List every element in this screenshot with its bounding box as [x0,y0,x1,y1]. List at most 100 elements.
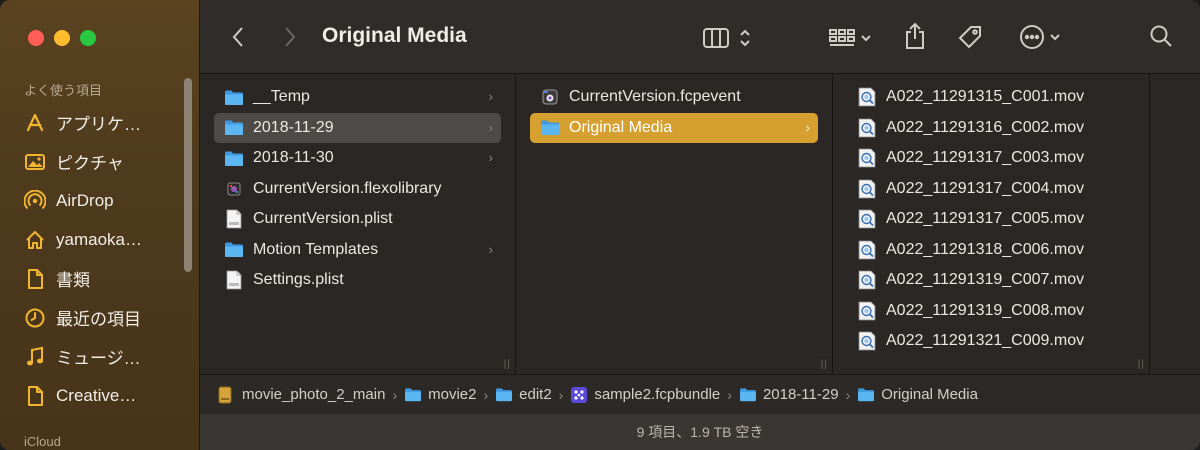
path-crumb[interactable]: 2018-11-29 [739,386,839,403]
file-row[interactable]: Motion Templates › [214,235,501,266]
file-row[interactable]: A022_11291317_C005.mov [847,204,1135,235]
path-crumb[interactable]: sample2.fcpbundle [570,386,720,403]
file-name: CurrentVersion.fcpevent [569,88,741,106]
folder-icon [857,387,875,403]
plist-file-icon [224,270,244,290]
share-button[interactable] [902,20,928,52]
column-resize-handle[interactable]: || [504,359,511,370]
sidebar-item-label: 最近の項目 [56,310,141,329]
sidebar-item[interactable]: yamaoka… [0,220,190,259]
movie-file-icon [857,270,877,290]
file-row[interactable]: 2018-11-29 › [214,112,501,143]
path-crumb[interactable]: movie_photo_2_main [218,386,385,403]
zoom-button[interactable] [80,30,96,46]
drive-icon [218,386,236,403]
sidebar-list: アプリケ… ピクチャ AirDrop yamaoka… 書類最近の項目ミュージ… Crea… [0,103,190,415]
file-row[interactable]: A022_11291317_C003.mov [847,143,1135,174]
file-row[interactable]: A022_11291316_C002.mov [847,113,1135,144]
sidebar-scrollbar[interactable] [184,78,192,272]
file-row[interactable]: A022_11291319_C008.mov [847,296,1135,327]
column-resize-handle[interactable]: || [821,359,828,370]
chevron-right-icon: › [805,119,810,135]
file-name: A022_11291317_C003.mov [886,149,1085,167]
chevron-down-icon [1050,34,1060,41]
folder-icon [739,387,757,403]
sidebar-item[interactable]: ピクチャ [0,142,190,181]
applications-icon [24,112,46,134]
sidebar-item-label: ミュージ… [56,349,141,368]
chevron-left-icon [232,27,243,47]
document-icon [24,268,46,290]
path-crumb-label: Original Media [881,386,978,403]
columns-view-icon [703,28,729,48]
folder-icon [540,118,560,138]
tag-button[interactable] [956,22,984,52]
file-name: A022_11291318_C006.mov [886,240,1085,258]
file-row[interactable]: CurrentVersion.plist [214,204,501,235]
file-name: Motion Templates [253,240,379,258]
file-row[interactable]: 2018-11-30 › [214,143,501,174]
file-row[interactable]: A022_11291319_C007.mov [847,265,1135,296]
file-name: 2018-11-30 [253,149,334,167]
file-name: Original Media [569,118,673,136]
file-row[interactable]: A022_11291321_C009.mov [847,326,1135,357]
view-mode-button[interactable] [697,24,757,52]
tag-icon [958,26,981,49]
sidebar-item[interactable]: Creative… [0,376,190,415]
more-actions-button[interactable] [1014,22,1066,52]
file-row[interactable]: Settings.plist [214,265,501,296]
airdrop-icon [24,189,46,212]
sidebar-item[interactable]: アプリケ… [0,103,190,142]
group-button[interactable] [824,24,876,52]
forward-button[interactable] [278,24,302,50]
file-row[interactable]: __Temp › [214,82,501,113]
ellipsis-circle-icon [1020,25,1044,49]
path-crumb-label: 2018-11-29 [762,386,839,403]
home-icon [24,229,46,251]
sidebar-item[interactable]: ミュージ… [0,337,190,376]
chevron-down-icon [861,35,871,42]
minimize-button[interactable] [54,30,70,46]
file-row[interactable]: Original Media › [530,112,818,143]
path-separator-icon: › [392,386,398,403]
file-name: A022_11291317_C004.mov [886,179,1085,197]
movie-file-icon [857,118,877,138]
file-row[interactable]: A022_11291315_C001.mov [847,82,1135,113]
file-name: A022_11291319_C008.mov [886,301,1085,319]
path-bar: movie_photo_2_main › movie2 › edit2 › sample2.… [200,374,1200,414]
chevron-right-icon: › [488,89,493,104]
file-row[interactable]: A022_11291317_C004.mov [847,174,1135,205]
toolbar: Original Media [200,0,1200,74]
sidebar-item-label: AirDrop [56,190,114,210]
column-resize-handle[interactable]: || [1138,359,1145,370]
search-button[interactable] [1148,22,1174,50]
file-name: __Temp [253,88,310,106]
sidebar-item[interactable]: 最近の項目 [0,298,190,337]
sidebar-item[interactable]: AirDrop [0,181,190,220]
sidebar-item[interactable]: 書類 [0,259,190,298]
chevron-right-icon: › [488,241,493,257]
path-crumb-label: movie2 [428,386,477,403]
file-row[interactable]: A022_11291318_C006.mov [847,235,1135,266]
chevron-right-icon: › [488,150,493,165]
back-button[interactable] [226,24,250,50]
updown-chevron-icon [740,29,750,47]
path-crumb[interactable]: movie2 [404,386,476,403]
path-crumb[interactable]: Original Media [857,386,978,403]
file-name: A022_11291317_C005.mov [886,210,1085,228]
folder-icon [224,118,244,138]
close-button[interactable] [28,30,44,46]
file-row[interactable]: CurrentVersion.flexolibrary [214,174,501,205]
file-row[interactable]: CurrentVersion.fcpevent [530,82,818,113]
document-icon [24,385,46,407]
status-bar: 9 項目、1.9 TB 空き [200,414,1200,450]
movie-file-icon [857,240,877,260]
fcpevent-file-icon [540,87,560,107]
folder-icon [224,148,244,168]
column-3: A022_11291315_C001.mov A022_11291316_C002… [833,74,1150,374]
movie-file-icon [857,331,877,351]
grid-group-icon [829,29,855,46]
folder-icon [404,387,422,403]
path-crumb[interactable]: edit2 [495,386,552,403]
path-crumb-label: movie_photo_2_main [242,386,386,403]
